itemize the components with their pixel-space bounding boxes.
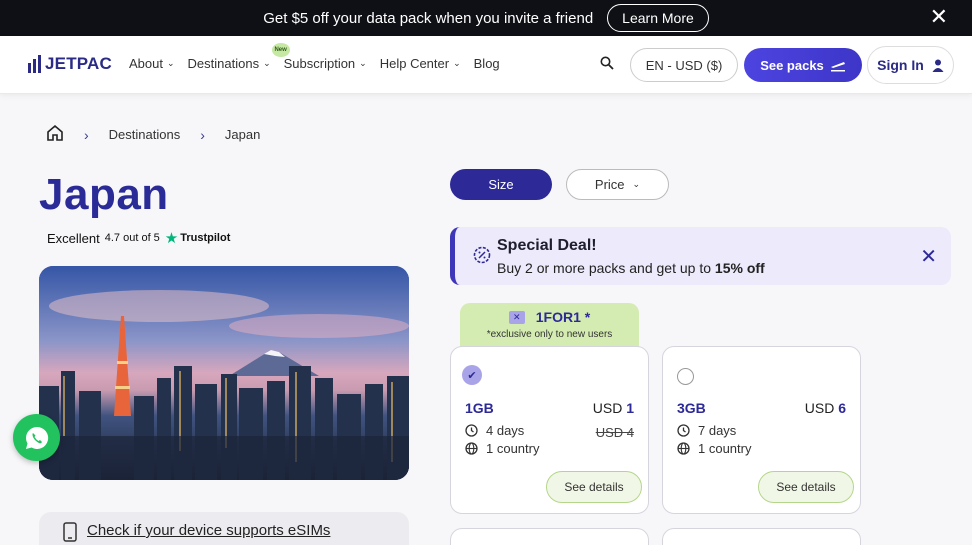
- rating-label: Excellent: [47, 230, 100, 246]
- menu-subscription[interactable]: New Subscription ⌄: [271, 43, 367, 71]
- price-filter-label: Price: [594, 177, 625, 192]
- pack-card[interactable]: ✔ 1GB USD 1 USD 4 4 days 1 country See d…: [450, 346, 649, 514]
- globe-icon: [677, 442, 690, 455]
- pack-card-partial[interactable]: [450, 528, 649, 545]
- rating-provider: Trustpilot: [180, 232, 231, 244]
- menu-subscription-label: Subscription: [283, 56, 356, 71]
- chevron-down-icon: ⌄: [632, 179, 641, 189]
- logo-icon: [28, 55, 41, 73]
- deal-text: Buy 2 or more packs and get up to: [497, 260, 715, 276]
- clock-icon: [677, 424, 690, 437]
- pack-price-value: 1: [626, 400, 634, 416]
- pack-days: 4 days: [486, 423, 525, 438]
- whatsapp-chat-button[interactable]: [13, 414, 60, 461]
- menu-help-center-label: Help Center: [379, 56, 450, 71]
- promo-text: Get $5 off your data pack when you invit…: [263, 9, 594, 27]
- main-menu: About ⌄ Destinations ⌄ New Subscription ⌄ He…: [129, 43, 513, 71]
- pack-price-value: 6: [838, 400, 846, 416]
- trustpilot-rating[interactable]: Excellent 4.7 out of 5 ★ Trustpilot: [47, 229, 230, 247]
- top-navigation: JETPAC About ⌄ Destinations ⌄ New Subscript…: [0, 36, 972, 94]
- chevron-down-icon: ⌄: [453, 58, 461, 68]
- pack-size: 1GB: [465, 400, 494, 416]
- pack-countries: 1 country: [486, 441, 540, 456]
- sign-in-label: Sign In: [877, 57, 924, 73]
- pack-currency: USD: [592, 400, 623, 416]
- whatsapp-icon: [25, 426, 48, 449]
- promo-bar: Get $5 off your data pack when you invit…: [0, 0, 972, 36]
- clock-icon: [465, 424, 478, 437]
- tokyo-hero-image: [39, 266, 409, 480]
- pack-duration: 7 days: [677, 423, 736, 438]
- special-deal-banner: Special Deal! Buy 2 or more packs and ge…: [450, 227, 951, 285]
- learn-more-button[interactable]: Learn More: [607, 4, 709, 32]
- deal-title: Special Deal!: [497, 237, 597, 254]
- promo-code: 1FOR1 *: [535, 309, 591, 325]
- pack-price: USD 1: [593, 400, 634, 416]
- ticket-icon: ✕: [508, 310, 525, 324]
- chevron-right-icon: ›: [200, 126, 205, 143]
- logo[interactable]: JETPAC: [28, 54, 112, 74]
- phone-icon: [63, 522, 77, 542]
- pack-size: 3GB: [677, 400, 706, 416]
- device-check-link[interactable]: Check if your device supports eSIMs: [87, 522, 330, 539]
- radio-unselected-icon[interactable]: [677, 368, 694, 385]
- page-title: Japan: [39, 170, 169, 219]
- deal-description: Buy 2 or more packs and get up to 15% of…: [497, 260, 765, 276]
- menu-destinations[interactable]: Destinations ⌄: [188, 56, 271, 71]
- promo-note: *exclusive only to new users: [486, 329, 613, 340]
- see-details-button[interactable]: See details: [758, 471, 854, 503]
- close-icon[interactable]: ✕: [920, 244, 937, 269]
- menu-about-label: About: [129, 56, 163, 71]
- chevron-down-icon: ⌄: [263, 58, 271, 68]
- deal-highlight: 15% off: [714, 260, 765, 276]
- logo-text: JETPAC: [45, 54, 113, 73]
- sort-size-button[interactable]: Size: [450, 169, 552, 200]
- pack-card[interactable]: 3GB USD 6 7 days 1 country See details: [662, 346, 861, 514]
- see-details-button[interactable]: See details: [546, 471, 642, 503]
- rating-score: 4.7 out of 5: [104, 232, 160, 244]
- pack-duration: 4 days: [465, 423, 524, 438]
- search-icon[interactable]: [600, 56, 614, 75]
- pack-old-price: USD 4: [595, 425, 634, 440]
- see-packs-button[interactable]: See packs: [744, 48, 862, 82]
- selected-check-icon[interactable]: ✔: [462, 365, 482, 385]
- pack-countries: 1 country: [698, 441, 752, 456]
- menu-about[interactable]: About ⌄: [129, 56, 175, 71]
- menu-blog[interactable]: Blog: [474, 56, 500, 71]
- pack-coverage: 1 country: [677, 441, 751, 456]
- discount-icon: [473, 246, 491, 269]
- sign-in-button[interactable]: Sign In: [867, 46, 954, 84]
- menu-blog-label: Blog: [473, 56, 500, 71]
- see-packs-label: See packs: [760, 57, 824, 73]
- promo-code-tag: ✕ 1FOR1 * *exclusive only to new users: [460, 303, 639, 349]
- star-icon: ★: [164, 230, 179, 247]
- close-icon[interactable]: ✕: [930, 5, 948, 29]
- pack-card-partial[interactable]: [662, 528, 861, 545]
- globe-icon: [465, 442, 478, 455]
- menu-help-center[interactable]: Help Center ⌄: [380, 56, 461, 71]
- menu-destinations-label: Destinations: [187, 56, 260, 71]
- home-icon[interactable]: [46, 124, 64, 145]
- chevron-down-icon: ⌄: [166, 58, 175, 68]
- chevron-down-icon: ⌄: [359, 58, 367, 68]
- user-icon: [932, 59, 944, 72]
- new-badge: New: [271, 43, 290, 57]
- pack-days: 7 days: [698, 423, 737, 438]
- chevron-right-icon: ›: [84, 126, 89, 143]
- breadcrumb-destinations[interactable]: Destinations: [109, 127, 181, 142]
- pack-coverage: 1 country: [465, 441, 539, 456]
- language-currency-button[interactable]: EN - USD ($): [630, 48, 738, 82]
- pack-currency: USD: [804, 400, 835, 416]
- breadcrumb: › Destinations › Japan: [46, 124, 260, 145]
- plane-icon: [830, 62, 845, 72]
- pack-price: USD 6: [805, 400, 846, 416]
- device-compatibility-check[interactable]: Check if your device supports eSIMs: [39, 512, 409, 545]
- breadcrumb-current: Japan: [224, 127, 261, 142]
- sort-price-button[interactable]: Price ⌄: [566, 169, 669, 200]
